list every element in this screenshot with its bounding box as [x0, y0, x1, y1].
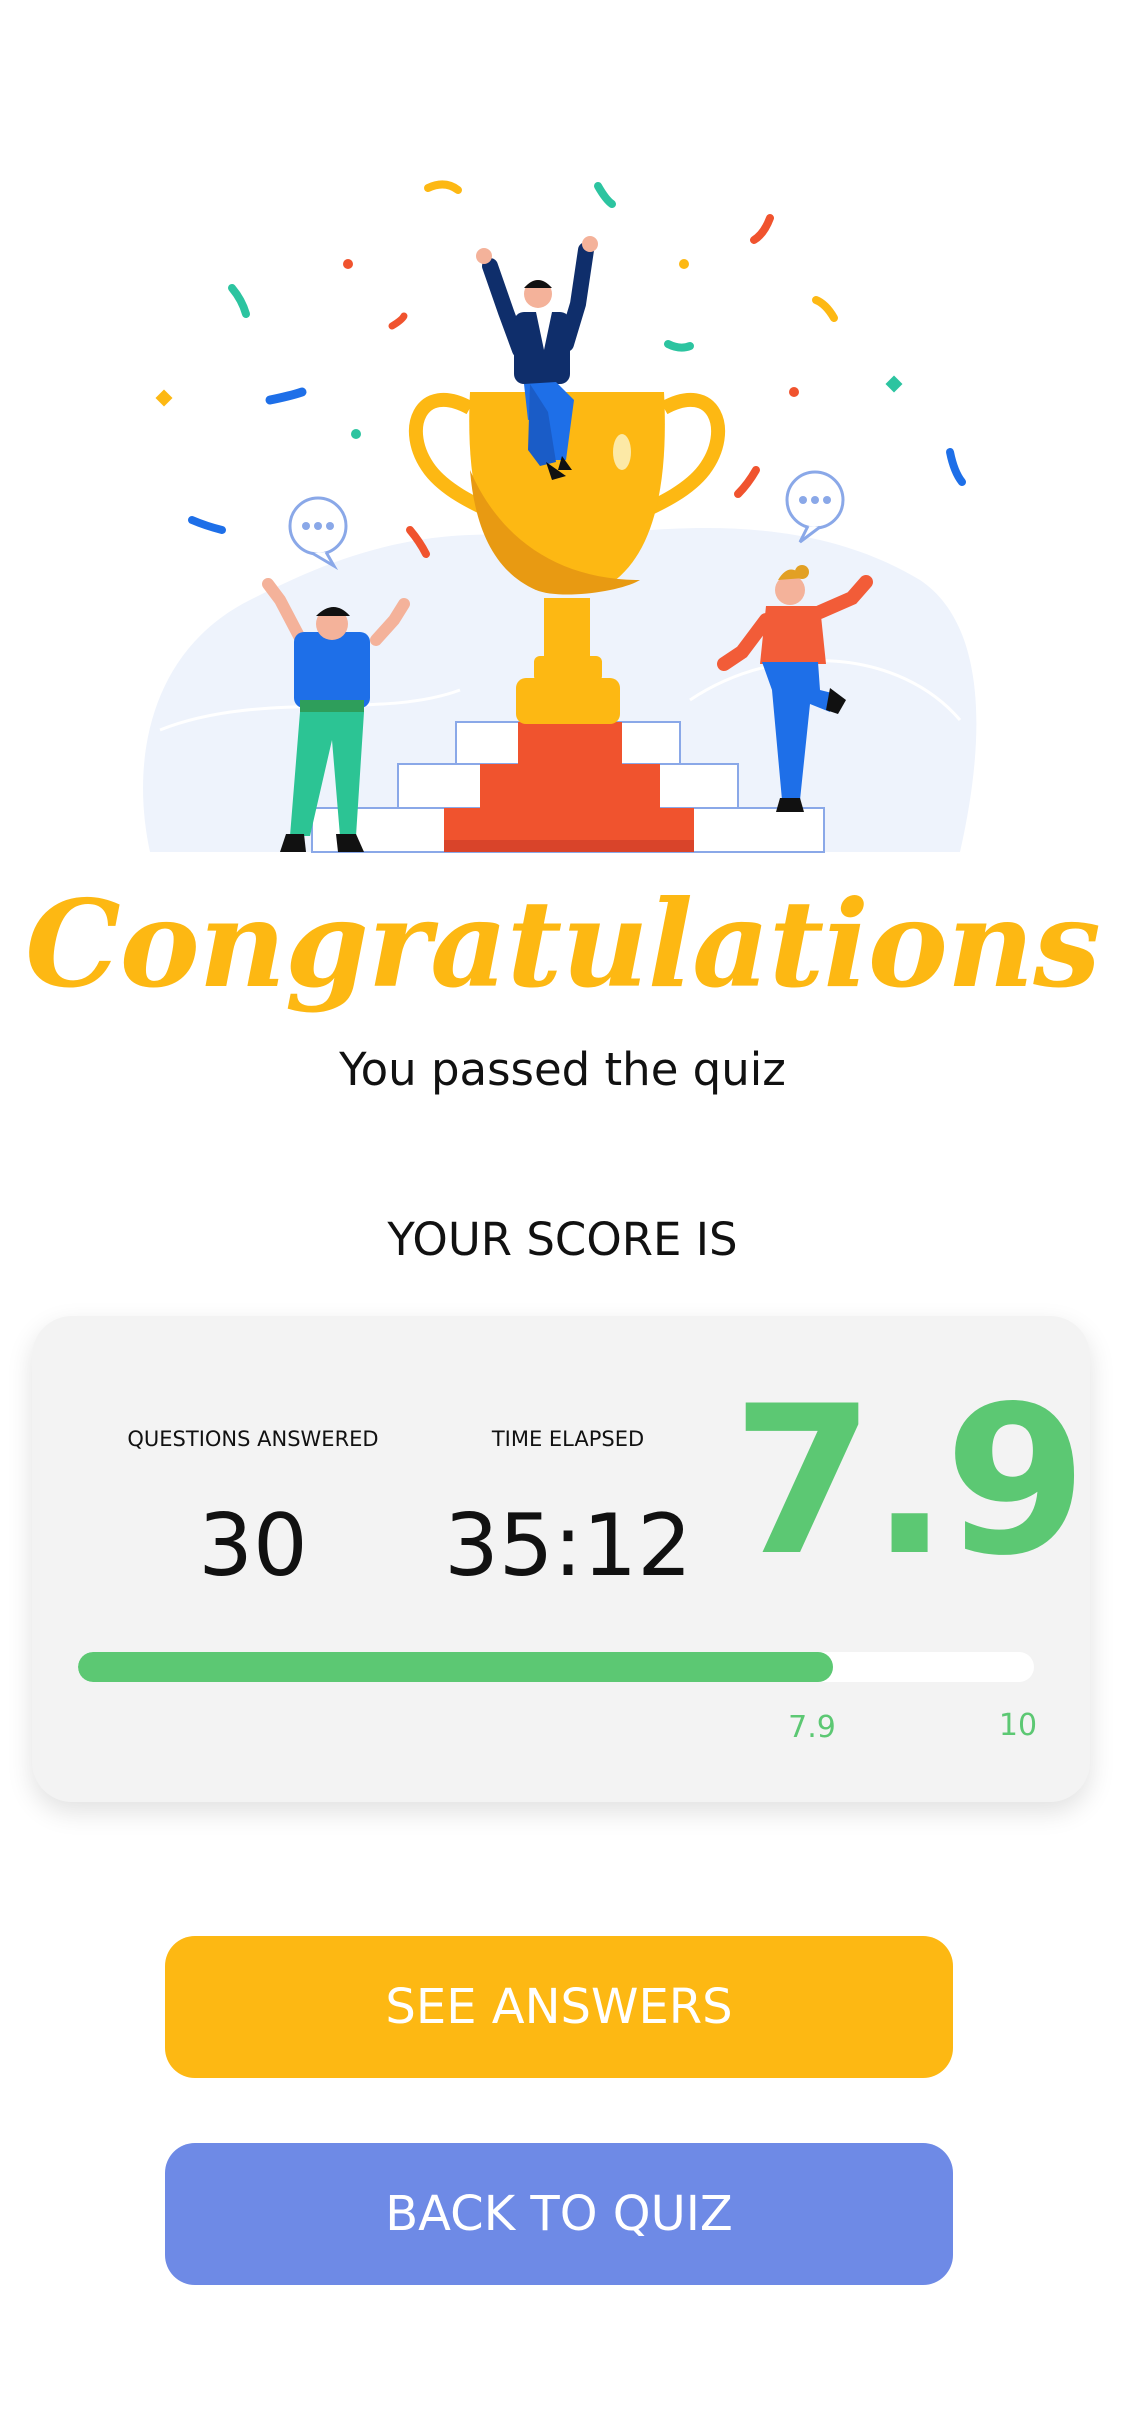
progress-max-marker: 10: [998, 1708, 1038, 1743]
back-to-quiz-button[interactable]: BACK TO QUIZ: [165, 2143, 953, 2285]
congratulations-title: Congratulations: [25, 874, 1101, 1015]
progress-score-marker: 7.9: [788, 1710, 836, 1745]
time-elapsed-value: 35:12: [444, 1496, 692, 1596]
passed-subtitle: You passed the quiz: [339, 1043, 786, 1096]
score-progress-fill: [78, 1652, 834, 1682]
trophy-celebration-illustration: [143, 180, 977, 853]
speech-bubble-icon: [785, 470, 845, 544]
score-heading: YOUR SCORE IS: [387, 1213, 738, 1266]
time-elapsed-label: TIME ELAPSED: [491, 1427, 645, 1451]
see-answers-button[interactable]: SEE ANSWERS: [165, 1936, 953, 2078]
score-value: 7.9: [732, 1363, 1087, 1601]
questions-answered-label: QUESTIONS ANSWERED: [127, 1427, 379, 1451]
score-card: QUESTIONS ANSWERED 30 TIME ELAPSED 35:12…: [32, 1316, 1090, 1802]
speech-bubble-icon: [288, 496, 348, 571]
questions-answered-value: 30: [198, 1496, 308, 1596]
score-progress-bar: [78, 1652, 1034, 1682]
